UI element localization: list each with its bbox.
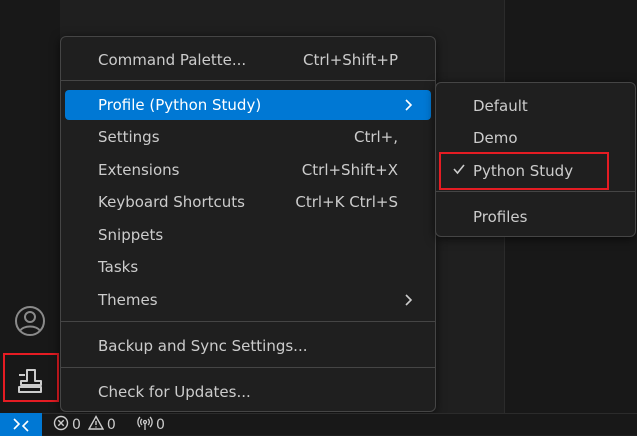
- warning-icon: [87, 415, 105, 435]
- menu-item-profile[interactable]: Profile (Python Study): [65, 90, 431, 120]
- problems-status[interactable]: 0 0: [53, 415, 116, 435]
- menu-separator: [436, 191, 635, 192]
- menu-item-extensions[interactable]: Extensions Ctrl+Shift+X: [65, 155, 431, 185]
- submenu-item-profiles[interactable]: Profiles: [440, 202, 631, 232]
- menu-item-label: Snippets: [98, 226, 164, 244]
- submenu-item-label: Profiles: [473, 208, 528, 226]
- menu-item-shortcut: Ctrl+Shift+P: [303, 51, 398, 69]
- menu-item-check-updates[interactable]: Check for Updates...: [65, 377, 431, 407]
- menu-separator: [61, 80, 435, 81]
- menu-item-label: Extensions: [98, 161, 180, 179]
- accounts-icon[interactable]: [13, 304, 47, 338]
- menu-item-label: Backup and Sync Settings...: [98, 337, 308, 355]
- status-bar: 0 0 0: [0, 413, 637, 436]
- submenu-item-demo[interactable]: Demo: [440, 123, 631, 153]
- menu-item-shortcut: Ctrl+K Ctrl+S: [295, 193, 398, 211]
- menu-item-command-palette[interactable]: Command Palette... Ctrl+Shift+P: [65, 45, 431, 75]
- ports-status[interactable]: 0: [137, 415, 165, 435]
- menu-item-settings[interactable]: Settings Ctrl+,: [65, 122, 431, 152]
- error-count: 0: [72, 417, 81, 433]
- menu-item-label: Settings: [98, 128, 160, 146]
- menu-item-tasks[interactable]: Tasks: [65, 252, 431, 282]
- manage-highlight-box: [3, 353, 59, 402]
- manage-menu: Command Palette... Ctrl+Shift+P Profile …: [60, 36, 436, 412]
- warning-count: 0: [106, 417, 116, 433]
- remote-icon[interactable]: [0, 413, 42, 436]
- menu-separator: [61, 321, 435, 322]
- menu-separator: [61, 367, 435, 368]
- ports-count: 0: [156, 417, 165, 433]
- menu-item-backup-sync[interactable]: Backup and Sync Settings...: [65, 331, 431, 361]
- menu-item-label: Tasks: [98, 258, 139, 276]
- broadcast-icon: [137, 415, 153, 435]
- menu-item-label: Check for Updates...: [98, 383, 251, 401]
- chevron-right-icon: [403, 98, 413, 116]
- error-icon: [53, 415, 69, 435]
- menu-item-shortcut: Ctrl+Shift+X: [301, 161, 398, 179]
- menu-item-label: Command Palette...: [98, 51, 247, 69]
- activity-bar: [0, 0, 60, 413]
- chevron-right-icon: [403, 293, 413, 311]
- submenu-item-default[interactable]: Default: [440, 91, 631, 121]
- submenu-item-label: Demo: [473, 129, 518, 147]
- menu-item-snippets[interactable]: Snippets: [65, 220, 431, 250]
- menu-item-keyboard-shortcuts[interactable]: Keyboard Shortcuts Ctrl+K Ctrl+S: [65, 187, 431, 217]
- menu-item-label: Profile (Python Study): [98, 96, 262, 114]
- python-study-highlight-box: [439, 152, 609, 190]
- menu-item-themes[interactable]: Themes: [65, 285, 431, 315]
- menu-item-label: Themes: [98, 291, 158, 309]
- submenu-item-label: Default: [473, 97, 528, 115]
- menu-item-shortcut: Ctrl+,: [353, 128, 398, 146]
- menu-item-label: Keyboard Shortcuts: [98, 193, 245, 211]
